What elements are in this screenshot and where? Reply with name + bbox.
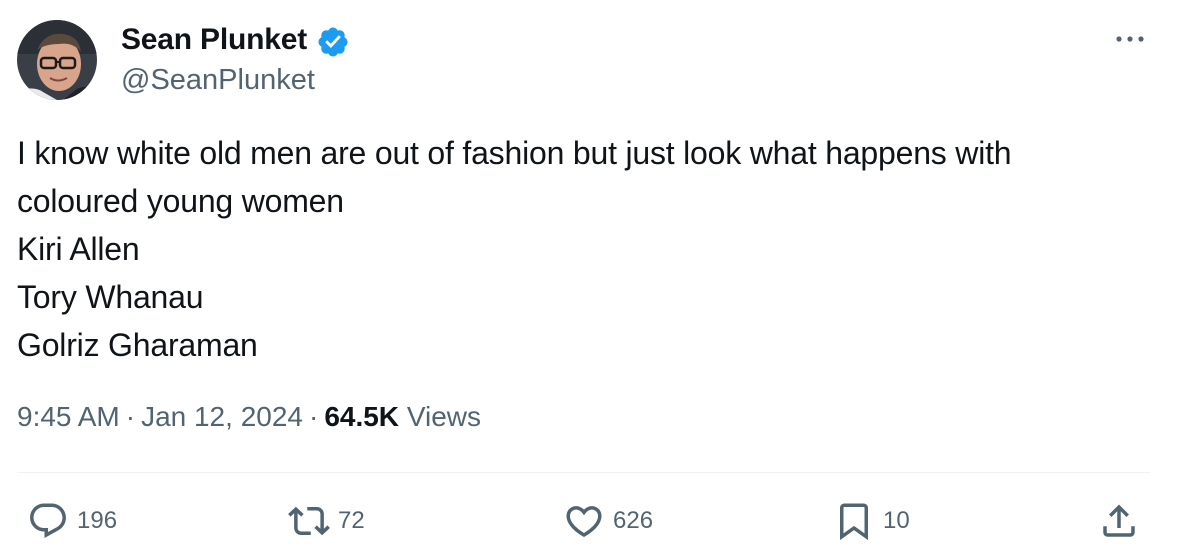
bookmark-button[interactable]: 10 [833,498,910,544]
tweet-text-line: I know white old men are out of fashion … [17,135,1012,171]
heart-icon [566,506,602,538]
like-button[interactable]: 626 [563,498,653,544]
bookmark-count: 10 [883,507,910,534]
user-handle[interactable]: @SeanPlunket [121,64,315,97]
tweet-text-line: Tory Whanau [17,279,204,315]
tweet-meta: 9:45 AM · Jan 12, 2024 · 64.5K Views [17,401,481,433]
like-count: 626 [613,507,654,534]
reply-count: 196 [77,507,118,534]
tweet-card: Sean Plunket @SeanPlunket I know white o… [0,0,1178,554]
display-name[interactable]: Sean Plunket [121,23,307,57]
reply-button[interactable]: 196 [27,498,117,544]
tweet-text-line: coloured young women [17,183,344,219]
tweet-time[interactable]: 9:45 AM [17,401,120,432]
retweet-button[interactable]: 72 [288,498,365,544]
share-icon [1103,504,1135,537]
share-button[interactable] [1098,498,1148,544]
divider [17,472,1150,473]
tweet-text-line: Golriz Gharaman [17,327,258,363]
views-count: 64.5K [324,401,400,432]
more-horizontal-icon[interactable] [1110,24,1150,54]
retweet-count: 72 [338,507,365,534]
tweet-date[interactable]: Jan 12, 2024 [141,401,303,432]
meta-separator: · [125,401,136,432]
bookmark-icon [840,503,868,541]
meta-separator: · [308,401,319,432]
avatar[interactable] [17,20,97,100]
views-label: Views [406,401,481,432]
tweet-text-line: Kiri Allen [17,231,140,267]
tweet-text: I know white old men are out of fashion … [17,129,1157,369]
reply-icon [30,503,66,538]
retweet-icon [288,506,330,536]
verified-badge-icon [316,25,350,59]
